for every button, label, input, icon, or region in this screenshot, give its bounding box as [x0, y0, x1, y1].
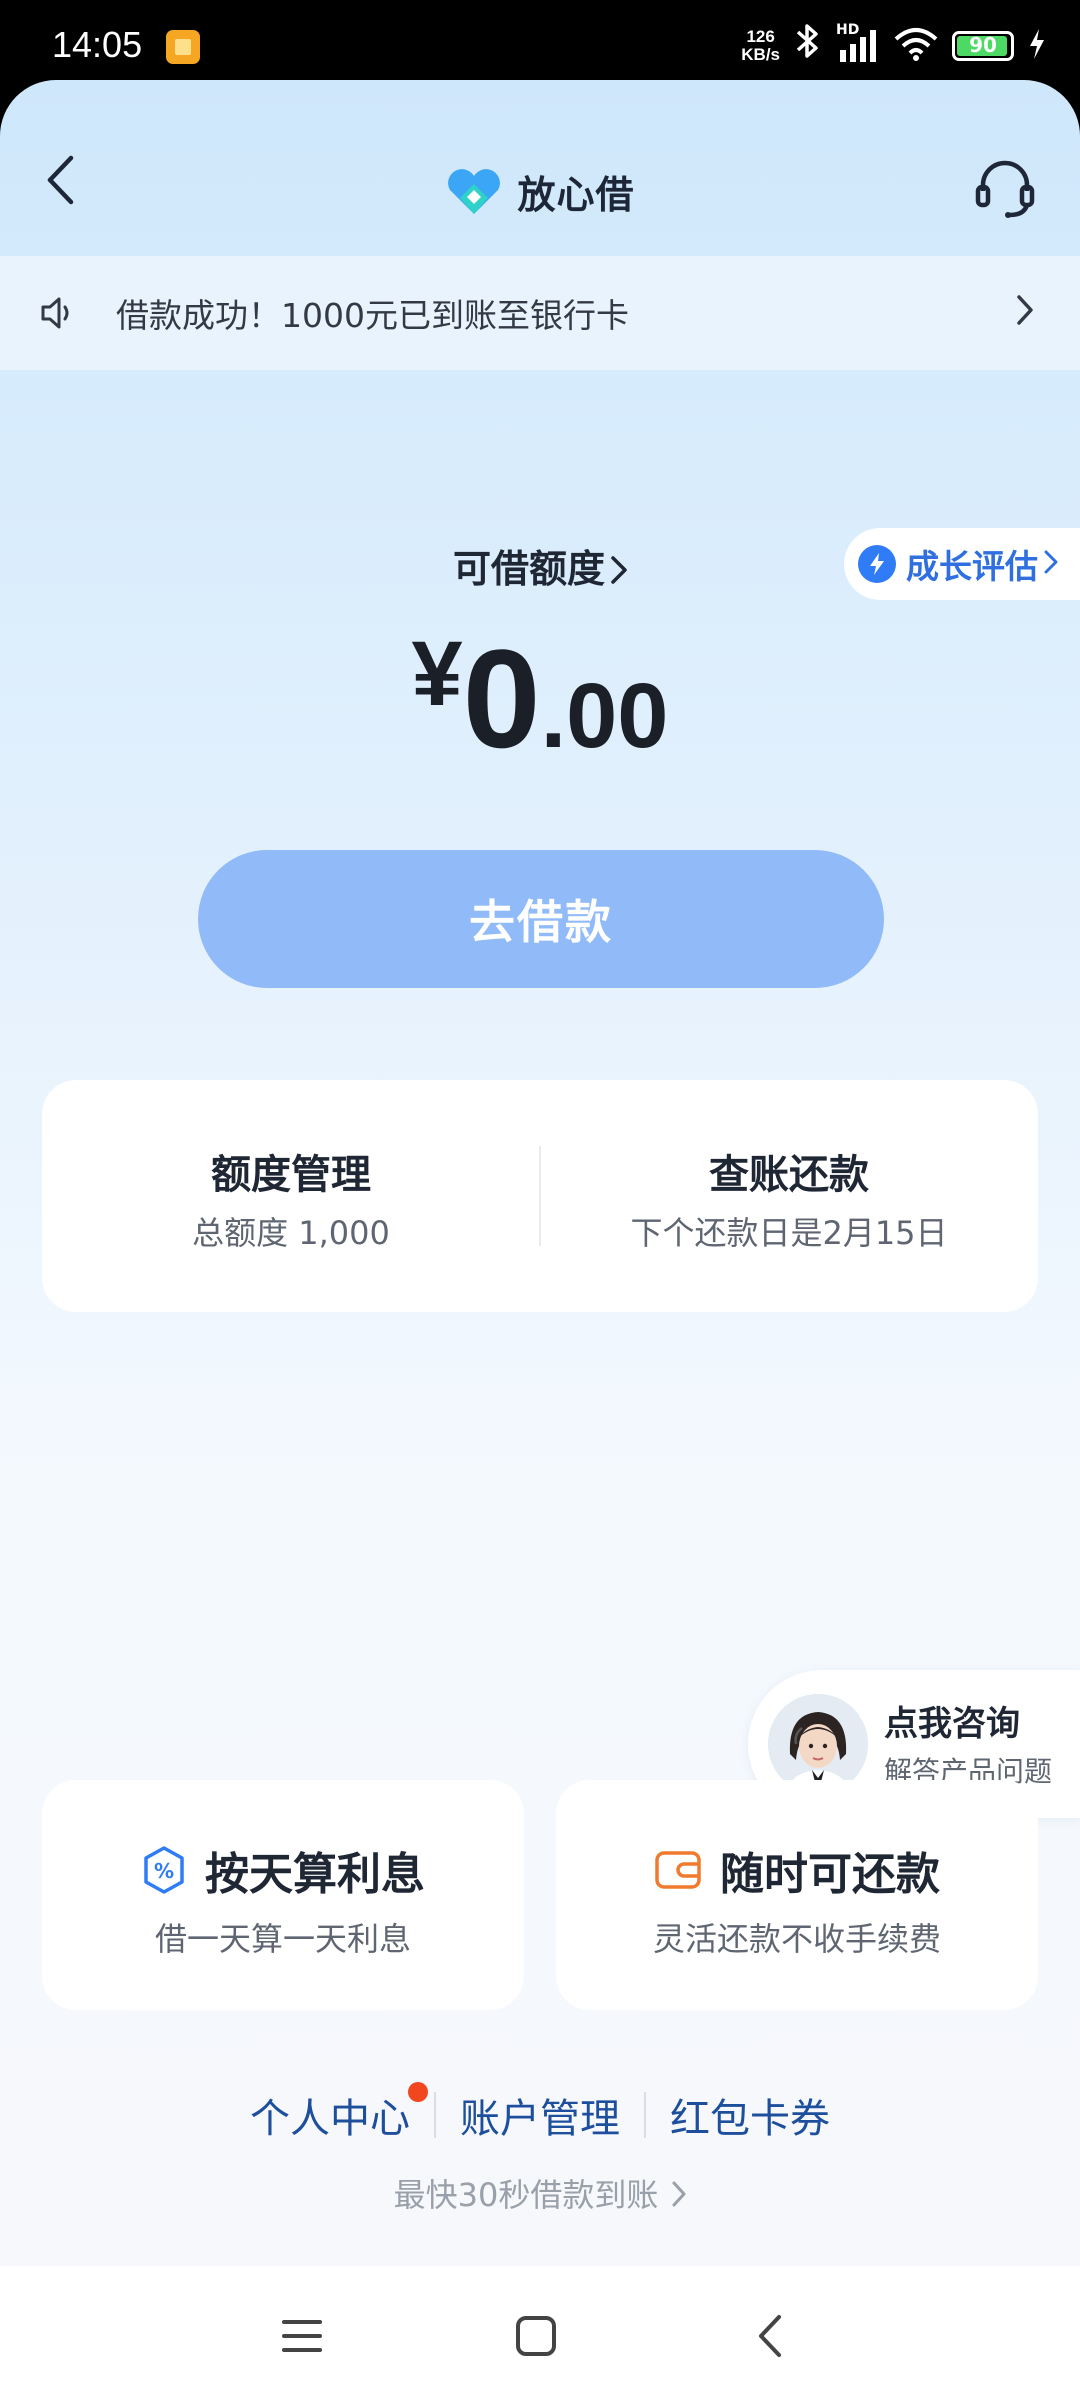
borrow-button[interactable]: 去借款: [198, 850, 884, 988]
battery-icon: 90: [952, 30, 1014, 61]
status-time: 14:05: [52, 24, 143, 65]
speaker-icon: [40, 293, 80, 333]
amount-decimal: .00: [540, 665, 669, 767]
fast-loan-note-text: 最快30秒借款到账: [393, 2176, 659, 2214]
app-title: 放心借: [0, 164, 1080, 219]
wallet-icon: [655, 1851, 701, 1889]
daily-interest-title: 按天算利息: [205, 1849, 425, 1900]
percent-icon: %: [144, 1846, 184, 1894]
charging-icon: [1028, 28, 1046, 64]
account-summary-card: 额度管理 总额度 1,000 查账还款 下个还款日是2月15日: [42, 1080, 1038, 1312]
logo-icon: [448, 168, 501, 214]
link-personal-center-label: 个人中心: [250, 2096, 410, 2142]
customer-service-button[interactable]: [974, 158, 1036, 220]
repay-anytime-subtitle: 灵活还款不收手续费: [652, 1920, 941, 1958]
available-credit-label[interactable]: 可借额度: [0, 538, 1080, 594]
system-nav-bar: [0, 2266, 1080, 2400]
app-name: 放心借: [517, 173, 635, 217]
chevron-right-icon: [611, 550, 627, 594]
repay-anytime-header: 随时可还款: [556, 1838, 1038, 1902]
daily-interest-card[interactable]: % 按天算利息 借一天算一天利息: [42, 1780, 524, 2010]
notification-icon: [166, 30, 200, 64]
available-credit-amount: ¥0.00: [0, 618, 1080, 780]
daily-interest-subtitle: 借一天算一天利息: [154, 1920, 411, 1958]
available-credit-text: 可借额度: [452, 547, 605, 591]
chevron-left-icon: [759, 2315, 781, 2357]
link-coupons[interactable]: 红包卡券: [646, 2086, 854, 2144]
system-back-button[interactable]: [740, 2306, 800, 2366]
link-personal-center[interactable]: 个人中心: [226, 2082, 434, 2144]
svg-text:%: %: [154, 1859, 174, 1883]
chevron-right-icon: [672, 2178, 686, 2216]
consult-title: 点我咨询: [884, 1704, 1020, 1744]
link-account-management[interactable]: 账户管理: [436, 2086, 644, 2144]
notice-bar[interactable]: 借款成功！1000元已到账至银行卡: [0, 256, 1080, 370]
footer-links: 个人中心 账户管理 红包卡券: [0, 2082, 1080, 2144]
menu-button[interactable]: [272, 2306, 332, 2366]
repayment-title: 查账还款: [709, 1152, 869, 1198]
menu-icon: [282, 2320, 322, 2352]
home-button[interactable]: [506, 2306, 566, 2366]
network-speed: 126 KB/s: [741, 26, 780, 64]
repay-anytime-title: 随时可还款: [720, 1849, 940, 1900]
next-repayment-date: 下个还款日是2月15日: [630, 1214, 948, 1252]
battery-level: 90: [969, 32, 997, 57]
amount-integer: 0: [462, 620, 541, 777]
avatar: [768, 1694, 868, 1794]
chevron-right-icon: [1016, 294, 1034, 330]
notification-dot: [408, 2082, 428, 2102]
limit-management-item[interactable]: 额度管理 总额度 1,000: [42, 1080, 540, 1312]
bluetooth-icon: [794, 22, 822, 69]
currency-symbol: ¥: [411, 623, 463, 725]
repayment-item[interactable]: 查账还款 下个还款日是2月15日: [540, 1080, 1038, 1312]
home-square-icon: [516, 2316, 556, 2356]
app-screen: 放心借 借款成功！1000元已到账至银行卡 成长评估 可借额度 ¥0.00 去借…: [0, 80, 1080, 2266]
notice-text: 借款成功！1000元已到账至银行卡: [116, 296, 629, 335]
cell-signal-icon: HD: [836, 22, 880, 64]
fast-loan-note[interactable]: 最快30秒借款到账: [0, 2170, 1080, 2216]
network-speed-value: 126: [746, 26, 775, 46]
status-bar: 14:05 126 KB/s HD 90: [0, 0, 1080, 80]
limit-management-title: 额度管理: [211, 1152, 371, 1198]
repay-anytime-card[interactable]: 随时可还款 灵活还款不收手续费: [556, 1780, 1038, 2010]
status-icons: 126 KB/s HD 90: [741, 22, 1046, 69]
top-nav: 放心借: [0, 80, 1080, 256]
daily-interest-header: % 按天算利息: [42, 1838, 524, 1902]
total-limit-text: 总额度 1,000: [192, 1214, 390, 1252]
network-speed-unit: KB/s: [741, 44, 780, 64]
headset-icon: [975, 160, 1035, 218]
wifi-icon: [894, 27, 938, 65]
